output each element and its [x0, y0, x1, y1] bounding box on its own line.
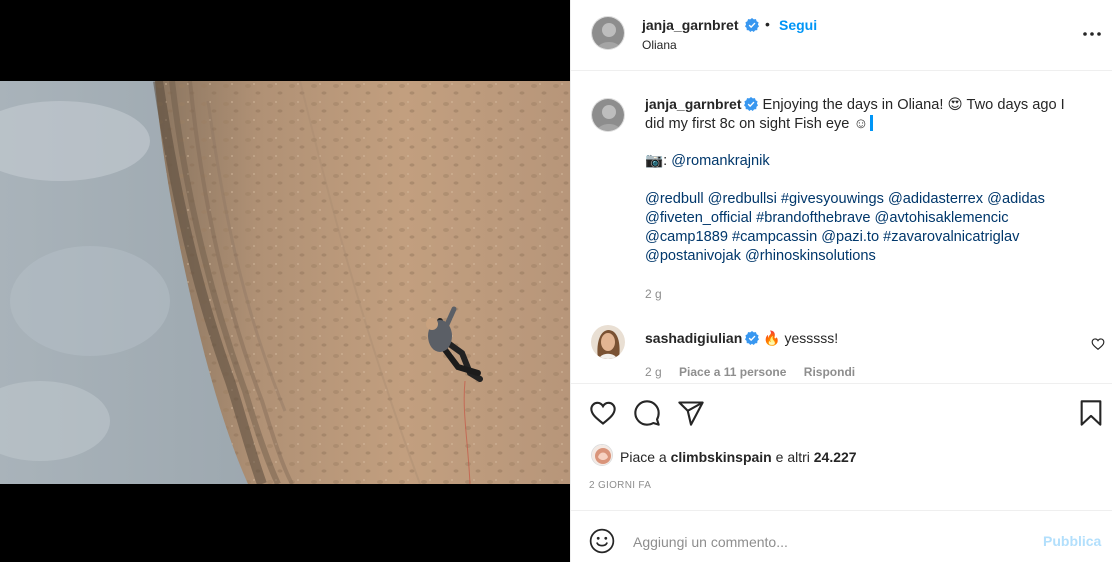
caption-username[interactable]: janja_garnbret — [645, 96, 741, 112]
likes-prefix: Piace a — [620, 449, 667, 465]
comment-likes[interactable]: Piace a 11 persone — [679, 365, 786, 379]
caption-tags-1[interactable]: @redbull @redbullsi #givesyouwings @adid… — [645, 190, 1105, 209]
likes-text: Piace a climbskinspain e altri 24.227 — [620, 449, 857, 465]
author-username[interactable]: janja_garnbret — [642, 17, 760, 33]
commenter-username[interactable]: sashadigiulian — [645, 330, 742, 346]
save-bookmark-icon[interactable] — [1077, 399, 1105, 427]
emoji-picker-icon[interactable] — [589, 528, 615, 554]
add-comment-bar: Pubblica — [571, 510, 1112, 562]
likes-middle: e altri — [775, 449, 810, 465]
climbing-photo — [0, 81, 570, 484]
post-age[interactable]: 2 GIORNI FA — [589, 480, 651, 491]
liker-avatar[interactable] — [591, 444, 613, 466]
comment-timestamp[interactable]: 2 g — [645, 365, 662, 379]
photo-credit-link[interactable]: @romankrajnik — [671, 153, 769, 169]
camera-icon: 📷 — [645, 153, 664, 169]
separator-dot: • — [765, 16, 770, 32]
caption-timestamp[interactable]: 2 g — [645, 287, 662, 301]
post-media[interactable] — [0, 0, 570, 562]
caption-avatar[interactable] — [591, 98, 625, 132]
comment-text: sashadigiulian 🔥 yesssss! — [645, 330, 838, 347]
author-avatar[interactable] — [591, 16, 625, 50]
verified-badge-icon — [744, 97, 759, 111]
action-bar — [571, 383, 1112, 443]
caption-text: janja_garnbret Enjoying the days in Olia… — [645, 95, 1105, 266]
post-photo[interactable] — [0, 81, 570, 484]
caption-tags-2[interactable]: @fiveten_official #brandofthebrave @avto… — [645, 209, 1105, 228]
caption-tags-4[interactable]: @postanivojak @rhinoskinsolutions — [645, 247, 1105, 266]
caption-line-2: did my first 8c on sight Fish eye ☺ — [645, 116, 869, 132]
reply-button[interactable]: Rispondi — [804, 365, 855, 379]
comment-bubble-icon[interactable] — [633, 399, 661, 427]
caption-tags-3[interactable]: @camp1889 #campcassin @pazi.to #zavarova… — [645, 228, 1105, 247]
like-comment-heart-icon[interactable] — [1091, 337, 1105, 351]
comment-meta: 2 g Piace a 11 persone Rispondi — [645, 365, 869, 379]
location-link[interactable]: Oliana — [642, 38, 677, 52]
credit-separator: : — [663, 153, 668, 169]
text-cursor — [870, 115, 874, 131]
more-options-icon[interactable] — [1081, 24, 1103, 44]
verified-badge-icon — [745, 331, 760, 345]
share-send-icon[interactable] — [677, 399, 705, 427]
commenter-avatar[interactable] — [591, 325, 625, 359]
post-panel: janja_garnbret • Segui Oliana janja_garn… — [570, 0, 1112, 562]
caption-line-1: Enjoying the days in Oliana! 😍 Two days … — [762, 97, 1065, 113]
publish-button[interactable]: Pubblica — [1043, 533, 1101, 549]
comment-body: 🔥 yesssss! — [763, 330, 839, 346]
author-username-text[interactable]: janja_garnbret — [642, 17, 738, 33]
comment-input[interactable] — [633, 532, 1033, 552]
verified-badge-icon — [745, 18, 760, 32]
post-header: janja_garnbret • Segui Oliana — [571, 0, 1112, 71]
liker-username[interactable]: climbskinspain — [671, 449, 772, 465]
follow-button[interactable]: Segui — [779, 17, 817, 33]
likes-count[interactable]: 24.227 — [814, 449, 857, 465]
like-heart-icon[interactable] — [589, 399, 617, 427]
